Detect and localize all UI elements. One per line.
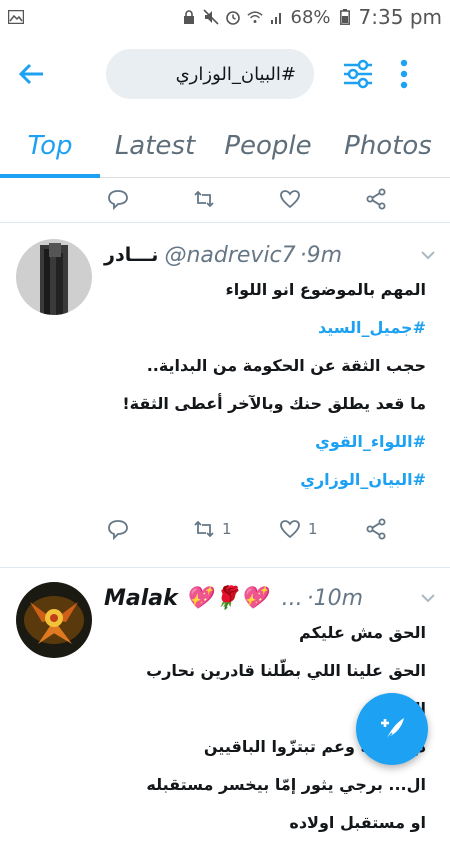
share-button[interactable] <box>364 517 450 541</box>
display-name[interactable]: نـــادر <box>104 244 158 266</box>
wifi-icon <box>246 9 263 25</box>
tweet-line: ال... برجي يثور إمّا بيخسر مستقبله <box>146 775 426 794</box>
tab-photos[interactable]: Photos <box>326 114 450 177</box>
signal-icon <box>269 9 285 25</box>
user-handle[interactable]: @nadrevic7 <box>164 243 295 268</box>
retweet-count: 1 <box>222 520 232 538</box>
avatar[interactable] <box>16 582 92 658</box>
clock: 7:35 pm <box>358 5 442 29</box>
feather-plus-icon <box>381 718 404 742</box>
heart-icon <box>280 190 300 209</box>
search-box[interactable] <box>106 49 314 99</box>
retweet-icon <box>194 190 214 208</box>
hashtag-link[interactable]: #اللواء_القوي <box>104 423 426 461</box>
heart-icon <box>280 520 300 539</box>
alarm-icon <box>225 9 241 25</box>
reply-button[interactable] <box>106 517 192 541</box>
tweet-line: المهم بالموضوع انو اللواء <box>225 280 426 299</box>
tab-people[interactable]: People <box>210 114 326 177</box>
tweet-line: ما قعد يطلق حنك وبالآخر أعطى الثقة! <box>122 394 426 413</box>
back-button[interactable] <box>12 54 52 94</box>
chevron-down-icon <box>421 594 435 603</box>
reply-button[interactable] <box>106 187 192 211</box>
like-button[interactable]: 1 <box>278 517 364 541</box>
tweet-actions <box>0 178 450 220</box>
retweet-button[interactable]: 1 <box>192 517 278 541</box>
hashtag-link[interactable]: #جميل_السيد <box>104 309 426 347</box>
avatar[interactable] <box>16 239 92 315</box>
tweet-menu-button[interactable] <box>418 245 438 265</box>
tab-top[interactable]: Top <box>0 114 100 178</box>
sliders-icon <box>344 59 372 89</box>
tab-latest[interactable]: Latest <box>100 114 210 177</box>
search-tabs: Top Latest People Photos <box>0 114 450 178</box>
tweet-text: المهم بالموضوع انو اللواء #جميل_السيد حج… <box>104 271 438 499</box>
battery-icon <box>337 9 353 25</box>
lock-icon <box>181 9 197 25</box>
reply-icon <box>108 190 128 211</box>
gallery-notification-icon <box>8 9 24 25</box>
tweet-line: الحق علينا اللي بطّلنا قادرين نحارب <box>146 661 426 680</box>
arrow-left-icon <box>18 63 43 85</box>
search-filter-button[interactable] <box>340 56 376 92</box>
hashtag-link[interactable]: #البيان_الوزاري <box>104 461 426 499</box>
compose-tweet-button[interactable] <box>356 693 428 765</box>
battery-percent: 68% <box>290 6 331 28</box>
tweet-time: ·9m <box>299 242 343 268</box>
share-icon <box>366 188 386 210</box>
tweet[interactable]: نـــادر @nadrevic7 ·9m المهم بالموضوع ان… <box>0 223 450 499</box>
display-name[interactable]: Malak 💖🌹💖 <box>104 586 268 611</box>
status-bar: 68% 7:35 pm <box>0 0 450 34</box>
tweet-time: ·10m <box>306 585 363 611</box>
search-input[interactable] <box>124 63 296 85</box>
tweet-line: او مستقبل اولاده <box>289 813 426 832</box>
share-button[interactable] <box>364 187 450 211</box>
tweet-line: الحق مش عليكم <box>299 623 426 642</box>
share-icon <box>366 518 386 540</box>
retweet-icon <box>194 520 214 538</box>
mute-icon <box>202 9 219 25</box>
retweet-button[interactable] <box>192 187 278 211</box>
user-handle[interactable]: ... <box>282 586 303 611</box>
chevron-down-icon <box>421 251 435 260</box>
tweet-line: حجب الثقة عن الحكومة من البداية.. <box>146 356 426 375</box>
like-count: 1 <box>308 520 318 538</box>
reply-icon <box>108 520 128 541</box>
like-button[interactable] <box>278 187 364 211</box>
app-bar <box>0 34 450 114</box>
overflow-menu-button[interactable] <box>394 56 414 92</box>
more-vertical-icon <box>400 59 408 89</box>
tweet-actions: 1 1 <box>0 503 450 555</box>
tweet-menu-button[interactable] <box>418 588 438 608</box>
